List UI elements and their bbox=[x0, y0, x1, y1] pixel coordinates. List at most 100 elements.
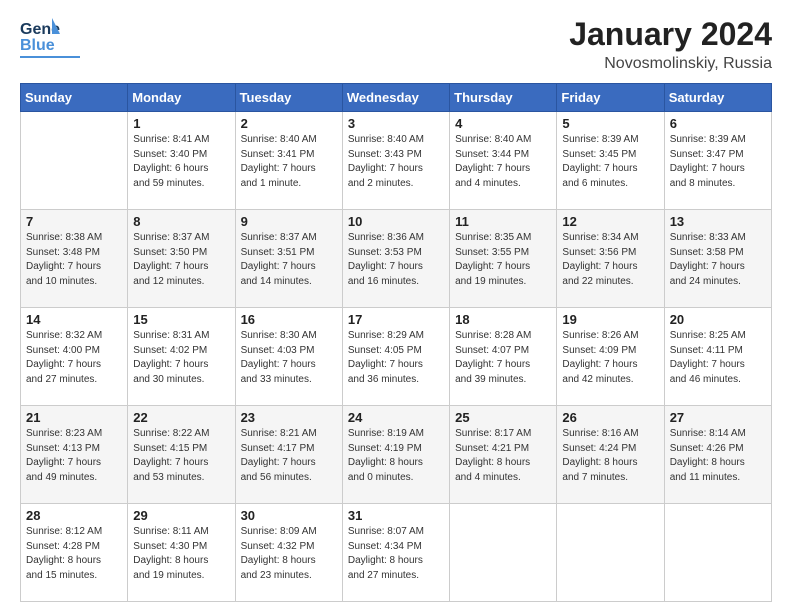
calendar-cell: 6 Sunrise: 8:39 AM Sunset: 3:47 PM Daylig… bbox=[664, 112, 771, 210]
day-info: Sunrise: 8:40 AM Sunset: 3:44 PM Dayligh… bbox=[455, 133, 551, 191]
calendar-week-4: 21 Sunrise: 8:23 AM Sunset: 4:13 PM Dayli… bbox=[21, 406, 772, 504]
calendar-cell: 7Sunrise: 8:38 AM Sunset: 3:48 PM Daylig… bbox=[21, 210, 128, 308]
day-info: Sunrise: 8:30 AM Sunset: 4:03 PM Dayligh… bbox=[241, 329, 337, 387]
day-number: 6 bbox=[670, 116, 766, 131]
day-number: 29 bbox=[133, 508, 229, 523]
calendar-cell: 4 Sunrise: 8:40 AM Sunset: 3:44 PM Daylig… bbox=[450, 112, 557, 210]
day-info: Sunrise: 8:28 AM Sunset: 4:07 PM Dayligh… bbox=[455, 329, 551, 387]
calendar-cell: 17Sunrise: 8:29 AM Sunset: 4:05 PM Dayli… bbox=[342, 308, 449, 406]
day-number: 2 bbox=[241, 116, 337, 131]
day-info: Sunrise: 8:09 AM Sunset: 4:32 PM Dayligh… bbox=[241, 525, 337, 583]
calendar-cell: 1 Sunrise: 8:41 AM Sunset: 3:40 PM Daylig… bbox=[128, 112, 235, 210]
calendar-cell: 22 Sunrise: 8:22 AM Sunset: 4:15 PM Dayli… bbox=[128, 406, 235, 504]
calendar-cell: 3Sunrise: 8:40 AM Sunset: 3:43 PM Daylig… bbox=[342, 112, 449, 210]
day-number: 31 bbox=[348, 508, 444, 523]
day-info: Sunrise: 8:40 AM Sunset: 3:41 PM Dayligh… bbox=[241, 133, 337, 191]
day-info: Sunrise: 8:31 AM Sunset: 4:02 PM Dayligh… bbox=[133, 329, 229, 387]
day-number: 5 bbox=[562, 116, 658, 131]
calendar-week-2: 7Sunrise: 8:38 AM Sunset: 3:48 PM Daylig… bbox=[21, 210, 772, 308]
day-number: 23 bbox=[241, 410, 337, 425]
calendar-cell: 14Sunrise: 8:32 AM Sunset: 4:00 PM Dayli… bbox=[21, 308, 128, 406]
calendar-cell: 21 Sunrise: 8:23 AM Sunset: 4:13 PM Dayli… bbox=[21, 406, 128, 504]
day-info: Sunrise: 8:07 AM Sunset: 4:34 PM Dayligh… bbox=[348, 525, 444, 583]
calendar-cell: 23 Sunrise: 8:21 AM Sunset: 4:17 PM Dayli… bbox=[235, 406, 342, 504]
day-number: 14 bbox=[26, 312, 122, 327]
day-info: Sunrise: 8:26 AM Sunset: 4:09 PM Dayligh… bbox=[562, 329, 658, 387]
logo-icon: General Blue bbox=[20, 16, 60, 54]
day-number: 24 bbox=[348, 410, 444, 425]
day-number: 25 bbox=[455, 410, 551, 425]
day-info: Sunrise: 8:12 AM Sunset: 4:28 PM Dayligh… bbox=[26, 525, 122, 583]
calendar-cell: 20 Sunrise: 8:25 AM Sunset: 4:11 PM Dayli… bbox=[664, 308, 771, 406]
day-info: Sunrise: 8:25 AM Sunset: 4:11 PM Dayligh… bbox=[670, 329, 766, 387]
calendar-cell bbox=[557, 504, 664, 602]
day-info: Sunrise: 8:11 AM Sunset: 4:30 PM Dayligh… bbox=[133, 525, 229, 583]
day-number: 27 bbox=[670, 410, 766, 425]
day-info: Sunrise: 8:34 AM Sunset: 3:56 PM Dayligh… bbox=[562, 231, 658, 289]
weekday-header-wednesday: Wednesday bbox=[342, 84, 449, 112]
day-number: 28 bbox=[26, 508, 122, 523]
day-info: Sunrise: 8:23 AM Sunset: 4:13 PM Dayligh… bbox=[26, 427, 122, 485]
weekday-header-thursday: Thursday bbox=[450, 84, 557, 112]
calendar-cell: 26 Sunrise: 8:16 AM Sunset: 4:24 PM Dayli… bbox=[557, 406, 664, 504]
calendar-cell bbox=[664, 504, 771, 602]
calendar-cell: 19Sunrise: 8:26 AM Sunset: 4:09 PM Dayli… bbox=[557, 308, 664, 406]
calendar-cell: 11Sunrise: 8:35 AM Sunset: 3:55 PM Dayli… bbox=[450, 210, 557, 308]
day-number: 18 bbox=[455, 312, 551, 327]
calendar-cell: 30 Sunrise: 8:09 AM Sunset: 4:32 PM Dayli… bbox=[235, 504, 342, 602]
day-number: 13 bbox=[670, 214, 766, 229]
day-info: Sunrise: 8:33 AM Sunset: 3:58 PM Dayligh… bbox=[670, 231, 766, 289]
day-number: 11 bbox=[455, 214, 551, 229]
weekday-header-monday: Monday bbox=[128, 84, 235, 112]
calendar-cell: 2 Sunrise: 8:40 AM Sunset: 3:41 PM Daylig… bbox=[235, 112, 342, 210]
page: General Blue January 2024 Novosmolinskiy… bbox=[0, 0, 792, 612]
day-info: Sunrise: 8:19 AM Sunset: 4:19 PM Dayligh… bbox=[348, 427, 444, 485]
weekday-header-sunday: Sunday bbox=[21, 84, 128, 112]
logo: General Blue bbox=[20, 16, 80, 58]
day-info: Sunrise: 8:36 AM Sunset: 3:53 PM Dayligh… bbox=[348, 231, 444, 289]
calendar-cell: 24 Sunrise: 8:19 AM Sunset: 4:19 PM Dayli… bbox=[342, 406, 449, 504]
day-number: 20 bbox=[670, 312, 766, 327]
day-number: 10 bbox=[348, 214, 444, 229]
calendar-cell: 8Sunrise: 8:37 AM Sunset: 3:50 PM Daylig… bbox=[128, 210, 235, 308]
subtitle: Novosmolinskiy, Russia bbox=[569, 55, 772, 73]
day-number: 26 bbox=[562, 410, 658, 425]
day-info: Sunrise: 8:38 AM Sunset: 3:48 PM Dayligh… bbox=[26, 231, 122, 289]
header: General Blue January 2024 Novosmolinskiy… bbox=[20, 16, 772, 73]
calendar-cell: 15 Sunrise: 8:31 AM Sunset: 4:02 PM Dayli… bbox=[128, 308, 235, 406]
day-info: Sunrise: 8:39 AM Sunset: 3:47 PM Dayligh… bbox=[670, 133, 766, 191]
calendar-cell: 28 Sunrise: 8:12 AM Sunset: 4:28 PM Dayli… bbox=[21, 504, 128, 602]
day-info: Sunrise: 8:16 AM Sunset: 4:24 PM Dayligh… bbox=[562, 427, 658, 485]
day-info: Sunrise: 8:17 AM Sunset: 4:21 PM Dayligh… bbox=[455, 427, 551, 485]
day-number: 8 bbox=[133, 214, 229, 229]
weekday-header-friday: Friday bbox=[557, 84, 664, 112]
calendar-cell: 12 Sunrise: 8:34 AM Sunset: 3:56 PM Dayli… bbox=[557, 210, 664, 308]
calendar-cell: 16Sunrise: 8:30 AM Sunset: 4:03 PM Dayli… bbox=[235, 308, 342, 406]
calendar-table: SundayMondayTuesdayWednesdayThursdayFrid… bbox=[20, 83, 772, 602]
day-info: Sunrise: 8:37 AM Sunset: 3:51 PM Dayligh… bbox=[241, 231, 337, 289]
day-info: Sunrise: 8:22 AM Sunset: 4:15 PM Dayligh… bbox=[133, 427, 229, 485]
weekday-header-saturday: Saturday bbox=[664, 84, 771, 112]
calendar-cell: 27 Sunrise: 8:14 AM Sunset: 4:26 PM Dayli… bbox=[664, 406, 771, 504]
day-number: 22 bbox=[133, 410, 229, 425]
day-number: 9 bbox=[241, 214, 337, 229]
day-info: Sunrise: 8:21 AM Sunset: 4:17 PM Dayligh… bbox=[241, 427, 337, 485]
calendar-cell: 9 Sunrise: 8:37 AM Sunset: 3:51 PM Daylig… bbox=[235, 210, 342, 308]
day-number: 12 bbox=[562, 214, 658, 229]
day-number: 30 bbox=[241, 508, 337, 523]
day-info: Sunrise: 8:29 AM Sunset: 4:05 PM Dayligh… bbox=[348, 329, 444, 387]
svg-text:Blue: Blue bbox=[20, 37, 55, 54]
calendar-cell bbox=[450, 504, 557, 602]
calendar-cell: 31 Sunrise: 8:07 AM Sunset: 4:34 PM Dayli… bbox=[342, 504, 449, 602]
day-number: 1 bbox=[133, 116, 229, 131]
calendar-cell: 29 Sunrise: 8:11 AM Sunset: 4:30 PM Dayli… bbox=[128, 504, 235, 602]
calendar-week-1: 1 Sunrise: 8:41 AM Sunset: 3:40 PM Daylig… bbox=[21, 112, 772, 210]
day-info: Sunrise: 8:14 AM Sunset: 4:26 PM Dayligh… bbox=[670, 427, 766, 485]
day-number: 15 bbox=[133, 312, 229, 327]
weekday-header-tuesday: Tuesday bbox=[235, 84, 342, 112]
day-info: Sunrise: 8:40 AM Sunset: 3:43 PM Dayligh… bbox=[348, 133, 444, 191]
calendar-cell: 13 Sunrise: 8:33 AM Sunset: 3:58 PM Dayli… bbox=[664, 210, 771, 308]
day-number: 21 bbox=[26, 410, 122, 425]
day-number: 4 bbox=[455, 116, 551, 131]
day-info: Sunrise: 8:41 AM Sunset: 3:40 PM Dayligh… bbox=[133, 133, 229, 191]
